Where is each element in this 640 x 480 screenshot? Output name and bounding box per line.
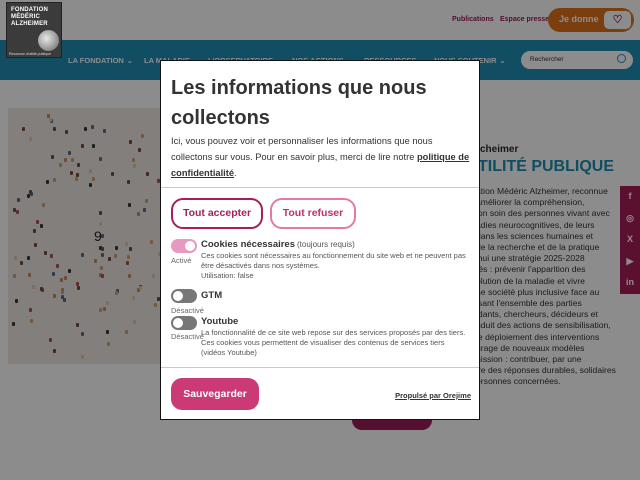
- consent-description: Ici, vous pouvez voir et personnaliser l…: [171, 133, 471, 181]
- necessary-cookies-status: Activé: [171, 256, 192, 265]
- divider: [161, 187, 479, 188]
- gtm-title: GTM: [201, 290, 223, 301]
- logo-line-2: MÉDÉRIC: [11, 14, 41, 20]
- youtube-status: Désactivé: [171, 332, 204, 341]
- description-suffix: .: [234, 168, 237, 178]
- logo-tagline: Reconnue d'utilité publique: [9, 52, 51, 56]
- gtm-status: Désactivé: [171, 306, 204, 315]
- divider: [161, 367, 479, 368]
- logo-line-3: ALZHEIMER: [11, 21, 48, 27]
- logo-line-1: FONDATION: [11, 7, 49, 13]
- description-text: Ici, vous pouvez voir et personnaliser l…: [171, 136, 433, 162]
- moon-icon: [38, 30, 59, 51]
- refuse-all-button[interactable]: Tout refuser: [270, 198, 356, 229]
- necessary-cookies-description: Ces cookies sont nécessaires au fonction…: [201, 251, 466, 280]
- consent-title: Les informations que nous collectons: [171, 77, 427, 129]
- accept-all-button[interactable]: Tout accepter: [171, 198, 263, 229]
- youtube-toggle[interactable]: [171, 316, 197, 330]
- required-note: (toujours requis): [297, 240, 355, 249]
- necessary-cookies-toggle[interactable]: [171, 239, 197, 253]
- youtube-title: Youtube: [201, 316, 239, 327]
- necessary-cookies-purpose: Utilisation: false: [201, 270, 254, 280]
- toggle-knob: [173, 291, 183, 301]
- gtm-toggle[interactable]: [171, 289, 197, 303]
- powered-by-link[interactable]: Propulsé par Orejime: [395, 391, 471, 400]
- consent-modal: Les informations que nous collectons Ici…: [160, 60, 480, 420]
- youtube-description: La fonctionnalité de ce site web repose …: [201, 328, 466, 357]
- foundation-logo[interactable]: FONDATION MÉDÉRIC ALZHEIMER Reconnue d'u…: [6, 2, 62, 58]
- toggle-knob: [173, 318, 183, 328]
- toggle-knob: [185, 241, 195, 251]
- save-button[interactable]: Sauvegarder: [171, 378, 259, 410]
- necessary-cookies-title: Cookies nécessaires (toujours requis): [201, 239, 355, 250]
